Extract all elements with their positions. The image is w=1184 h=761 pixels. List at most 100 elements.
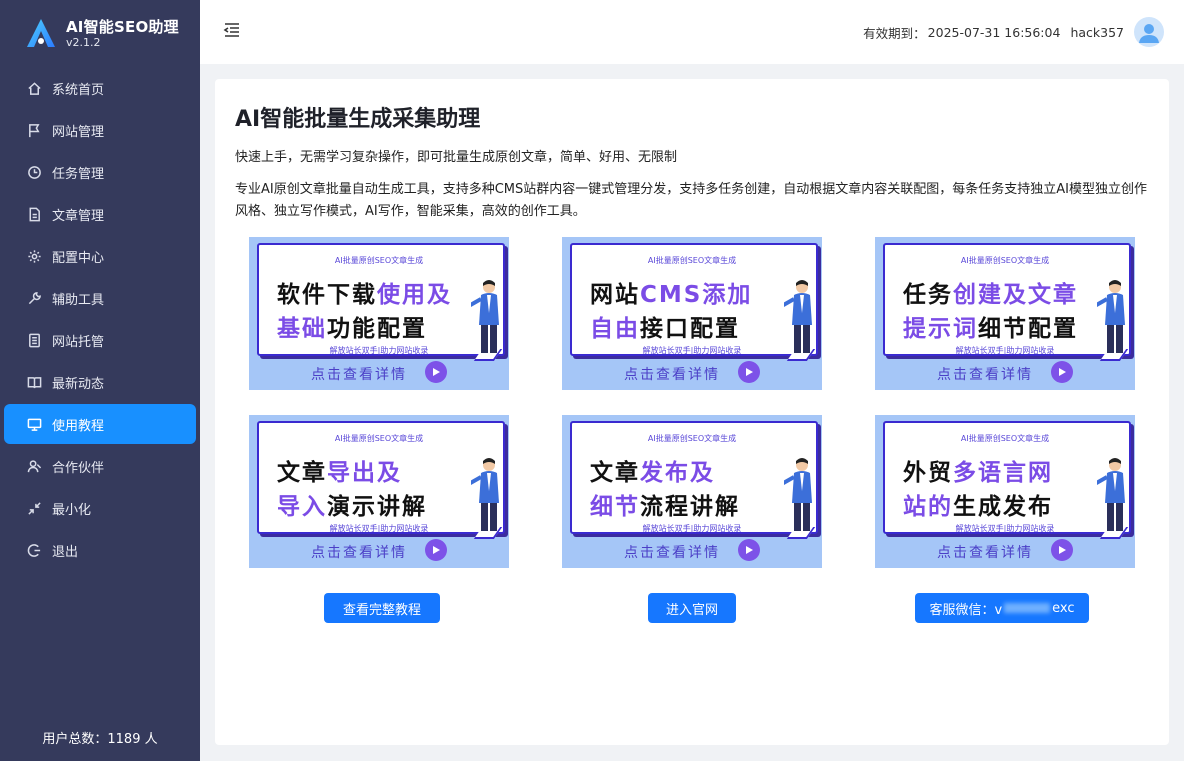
tile-heading-text: 细节配置 [978,316,1078,342]
tutorial-card-5[interactable]: AI批量原创SEO文章生成 文章发布及 细节流程讲解 解放站长双手|助力网站收录 点击查… [562,415,822,568]
top-header: 有效期到： 2025-07-31 16:56:04 hack357 [200,0,1184,64]
sidebar-item-label: 文章管理 [52,208,105,224]
tile-heading-text: 生成发布 [953,494,1053,520]
sidebar-item-tutorial[interactable]: 使用教程 [4,404,196,444]
tile-panel: AI批量原创SEO文章生成 软件下载使用及 基础功能配置 解放站长双手|助力网站收录 [257,243,505,356]
presenter-figure-icon [1097,280,1125,353]
tile-slogan: 解放站长双手|助力网站收录 [642,524,742,533]
collapse-sidebar-button[interactable] [222,20,244,42]
sidebar-item-label: 网站托管 [52,334,105,350]
play-icon[interactable] [1051,539,1073,561]
official-site-button[interactable]: 进入官网 [648,593,736,623]
menu-fold-icon [223,23,239,37]
home-icon [26,80,42,96]
tile-heading-line-1: 文章发布及 [590,453,715,487]
expire-time: 2025-07-31 16:56:04 [927,24,1061,40]
play-icon[interactable] [738,539,760,561]
avatar[interactable] [1134,17,1164,47]
tile-cta: 点击查看详情 [624,367,720,383]
clock-icon [26,164,42,180]
tile-heading-line-2: 导入演示讲解 [277,487,427,521]
tile-panel: AI批量原创SEO文章生成 网站CMS添加 自由接口配置 解放站长双手|助力网站收录 [570,243,818,356]
tutorial-card-2[interactable]: AI批量原创SEO文章生成 网站CMS添加 自由接口配置 解放站长双手|助力网站收录点… [562,237,822,390]
tile-heading-highlight: 导入 [277,494,327,520]
full-tutorial-button[interactable]: 查看完整教程 [324,593,440,623]
app-name: AI智能SEO助理 [66,18,179,36]
tile-heading-text: 文章 [277,460,327,486]
tile-heading-highlight: 使用及 [377,282,452,308]
sidebar-item-tasks[interactable]: 任务管理 [4,152,196,192]
play-icon[interactable] [738,361,760,383]
tutorial-card-6[interactable]: AI批量原创SEO文章生成 外贸多语言网 站的生成发布 解放站长双手|助力网站收录 点击… [875,415,1135,568]
tutorial-card-1[interactable]: AI批量原创SEO文章生成 软件下载使用及 基础功能配置 解放站长双手|助力网站收录点… [249,237,509,390]
sidebar-item-label: 系统首页 [52,82,105,98]
tile-heading-highlight: 多语言网 [953,460,1053,486]
brand[interactable]: AI智能SEO助理 v2.1.2 [24,14,179,54]
tile-heading-line-1: 任务创建及文章 [903,275,1078,309]
presenter-figure-icon [471,458,499,531]
presenter-figure-icon [784,280,812,353]
tile-heading-highlight: 创建及文章 [953,282,1078,308]
tile-heading-line-1: 文章导出及 [277,453,402,487]
presenter-figure-icon [784,458,812,531]
tile-slogan: 解放站长双手|助力网站收录 [955,346,1055,355]
tile-heading-highlight: CMS添加 [640,282,753,308]
tile-heading-text: 任务 [903,282,953,308]
sidebar-item-logout[interactable]: 退出 [4,530,196,570]
play-icon[interactable] [1051,361,1073,383]
user-count: 用户总数：1189 人 [42,732,158,747]
play-icon[interactable] [425,539,447,561]
action-buttons: 查看完整教程 进入官网 客服微信：v exc [215,593,1169,625]
tile-cta: 点击查看详情 [937,545,1033,561]
page-subtitle: 快速上手，无需学习复杂操作，即可批量生成原创文章，简单、好用、无限制 [235,150,678,165]
tile-heading-highlight: 基础 [277,316,327,342]
tile-slogan: 解放站长双手|助力网站收录 [955,524,1055,533]
sidebar-item-minimize[interactable]: 最小化 [4,488,196,528]
tile-heading-line-1: 网站CMS添加 [590,275,752,309]
minimize-icon [26,500,42,516]
sidebar-item-hosting[interactable]: 网站托管 [4,320,196,360]
tile-cta: 点击查看详情 [311,545,407,561]
tile-cta: 点击查看详情 [311,367,407,383]
sidebar-item-home[interactable]: 系统首页 [4,68,196,108]
tile-heading-text: 接口配置 [640,316,740,342]
play-icon[interactable] [425,361,447,383]
tutorial-card-3[interactable]: AI批量原创SEO文章生成 任务创建及文章 提示词细节配置 解放站长双手|助力网站收录… [875,237,1135,390]
logout-icon [26,542,42,558]
sidebar-item-websites[interactable]: 网站管理 [4,110,196,150]
tile-heading-text: 外贸 [903,460,953,486]
username[interactable]: hack357 [1070,25,1124,40]
sidebar-item-tools[interactable]: 辅助工具 [4,278,196,318]
presenter-figure-icon [471,280,499,353]
sidebar-item-news[interactable]: 最新动态 [4,362,196,402]
tutorial-card-4[interactable]: AI批量原创SEO文章生成 文章导出及 导入演示讲解 解放站长双手|助力网站收录 点击查… [249,415,509,568]
tile-heading-text: 演示讲解 [327,494,427,520]
main-card: AI智能批量生成采集助理 快速上手，无需学习复杂操作，即可批量生成原创文章，简单… [215,79,1169,745]
flag-icon [26,122,42,138]
sidebar-item-label: 网站管理 [52,124,105,140]
tile-heading-highlight: 细节 [590,494,640,520]
logo-icon [27,19,55,47]
document-icon [26,206,42,222]
page-title: AI智能批量生成采集助理 [235,107,481,132]
book-icon [26,374,42,390]
tile-heading-text: 软件下载 [277,282,377,308]
sidebar-item-articles[interactable]: 文章管理 [4,194,196,234]
expire-label: 有效期到： [863,25,926,41]
sidebar-item-partners[interactable]: 合作伙伴 [4,446,196,486]
tile-panel: AI批量原创SEO文章生成 任务创建及文章 提示词细节配置 解放站长双手|助力网站收录 [883,243,1131,356]
tile-slogan: 解放站长双手|助力网站收录 [642,346,742,355]
tile-slogan: 解放站长双手|助力网站收录 [329,524,429,533]
user-avatar-icon [1139,24,1159,43]
sidebar-item-label: 辅助工具 [52,292,105,308]
tile-tag: AI批量原创SEO文章生成 [960,434,1050,443]
tile-tag: AI批量原创SEO文章生成 [647,256,737,265]
tile-panel: AI批量原创SEO文章生成 文章发布及 细节流程讲解 解放站长双手|助力网站收录 [570,421,818,534]
sidebar-item-config[interactable]: 配置中心 [4,236,196,276]
wechat-support-button[interactable]: 客服微信：v exc [915,593,1089,623]
server-icon [26,332,42,348]
tile-heading-line-2: 基础功能配置 [277,309,427,343]
wrench-icon [26,290,42,306]
tutorial-grid: AI批量原创SEO文章生成 软件下载使用及 基础功能配置 解放站长双手|助力网站收录点… [249,237,1135,569]
partner-icon [26,458,42,474]
